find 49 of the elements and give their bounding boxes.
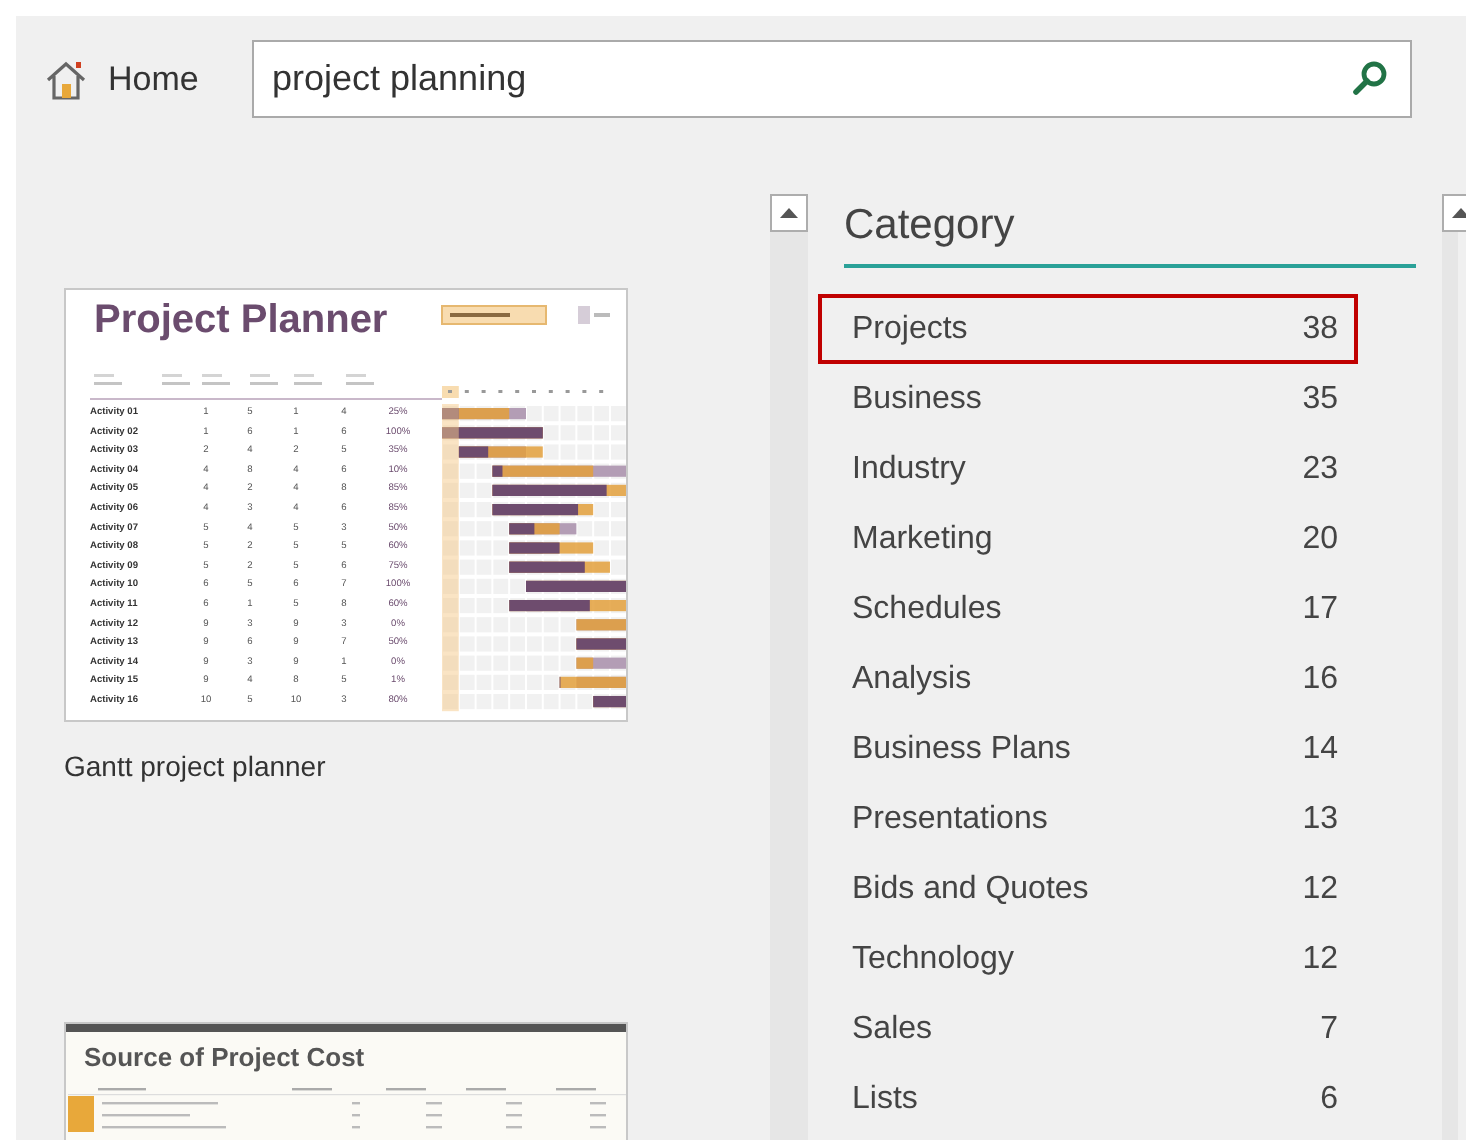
document-title: Source of Project Cost xyxy=(82,1040,367,1072)
category-name: Projects xyxy=(852,311,968,347)
category-item[interactable]: Marketing 20 xyxy=(818,504,1358,574)
category-item[interactable]: Presentations 13 xyxy=(818,784,1358,854)
category-item[interactable]: Lists 6 xyxy=(818,1064,1358,1134)
search-icon[interactable] xyxy=(1352,60,1388,96)
category-name: Bids and Quotes xyxy=(852,871,1089,907)
template-thumbnail[interactable] xyxy=(64,288,628,722)
category-heading: Category xyxy=(844,194,1416,268)
template-caption[interactable]: Gantt project planner xyxy=(64,750,770,782)
category-item[interactable]: Bids and Quotes 12 xyxy=(818,854,1358,924)
category-name: Lists xyxy=(852,1081,918,1117)
category-count: 20 xyxy=(1302,521,1338,557)
category-item[interactable]: Business Plans 14 xyxy=(818,714,1358,784)
up-triangle-icon xyxy=(780,208,798,218)
category-item[interactable]: Industry 23 xyxy=(818,434,1358,504)
category-name: Sales xyxy=(852,1011,933,1047)
category-count: 38 xyxy=(1302,311,1338,347)
category-name: Business xyxy=(852,381,982,417)
category-name: Schedules xyxy=(852,591,1002,627)
category-count: 12 xyxy=(1302,871,1338,907)
category-count: 6 xyxy=(1320,1081,1338,1117)
home-link[interactable]: Home xyxy=(108,59,199,99)
category-item[interactable]: Business 35 xyxy=(818,364,1358,434)
scroll-up-button[interactable] xyxy=(770,194,808,232)
category-count: 16 xyxy=(1302,661,1338,697)
category-item[interactable]: Sales 7 xyxy=(818,994,1358,1064)
template-thumbnail[interactable]: Source of Project Cost xyxy=(64,1022,628,1140)
category-count: 17 xyxy=(1302,591,1338,627)
document-title: Project Planner xyxy=(94,298,388,344)
category-count: 23 xyxy=(1302,451,1338,487)
category-name: Presentations xyxy=(852,801,1048,837)
up-triangle-icon xyxy=(1452,208,1466,218)
category-name: Analysis xyxy=(852,661,972,697)
category-count: 12 xyxy=(1302,941,1338,977)
category-name: Industry xyxy=(852,451,966,487)
category-name: Technology xyxy=(852,941,1014,977)
category-count: 7 xyxy=(1320,1011,1338,1047)
search-field[interactable]: project planning xyxy=(252,40,1412,118)
category-item[interactable]: Analysis 16 xyxy=(818,644,1358,714)
category-count: 13 xyxy=(1302,801,1338,837)
category-item[interactable]: Technology 12 xyxy=(818,924,1358,994)
category-count: 14 xyxy=(1302,731,1338,767)
category-item[interactable]: Projects 38 xyxy=(818,294,1358,364)
category-name: Marketing xyxy=(852,521,993,557)
category-item[interactable]: Schedules 17 xyxy=(818,574,1358,644)
category-name: Business Plans xyxy=(852,731,1071,767)
category-count: 35 xyxy=(1302,381,1338,417)
home-icon[interactable] xyxy=(44,59,88,99)
